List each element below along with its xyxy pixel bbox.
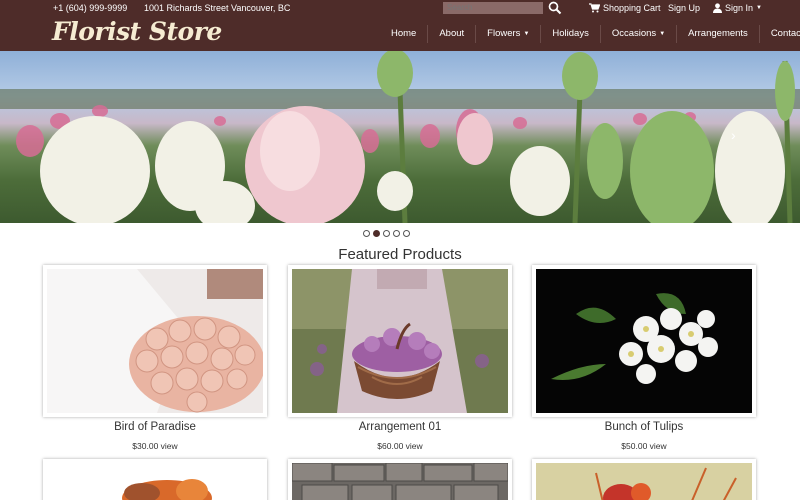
product-image-orange-arrangement[interactable] — [47, 463, 263, 500]
nav-label: Flowers — [487, 28, 521, 39]
nav-label: Contact — [770, 28, 800, 39]
store-logo[interactable]: Florist Store — [52, 17, 222, 46]
nav-item-arrangements[interactable]: Arrangements — [676, 25, 759, 43]
nav-label: Home — [391, 28, 417, 39]
nav-item-contact[interactable]: Contact — [758, 25, 800, 43]
nav-label: Arrangements — [688, 28, 748, 39]
top-bar: +1 (604) 999-9999 1001 Richards Street V… — [0, 0, 800, 17]
nav-item-occasions[interactable]: Occasions ▼ — [599, 25, 676, 43]
nav-item-holidays[interactable]: Holidays — [540, 25, 599, 43]
search-icon[interactable] — [548, 1, 562, 15]
nav-item-flowers[interactable]: Flowers ▼ — [475, 25, 540, 43]
product-card[interactable] — [288, 265, 512, 417]
product-image-stone-wall[interactable] — [292, 463, 508, 500]
product-price: $50.00 — [621, 441, 648, 451]
product-card[interactable] — [288, 459, 512, 500]
nav-label: About — [439, 28, 465, 39]
product-image-basket[interactable] — [292, 269, 508, 413]
carousel-indicators — [363, 230, 410, 237]
product-image-red-arrangement[interactable] — [536, 463, 752, 500]
product-price: $60.00 — [377, 441, 404, 451]
product-name[interactable]: Bunch of Tulips — [532, 421, 756, 433]
product-view-link[interactable]: view — [406, 441, 423, 451]
carousel-dot[interactable] — [363, 230, 370, 237]
carousel-dot[interactable] — [403, 230, 410, 237]
product-price-row: $50.00 view — [532, 441, 756, 451]
product-card[interactable] — [532, 459, 756, 500]
main-nav: Home About Flowers ▼ Holidays Occasions ▼ … — [380, 25, 800, 43]
chevron-right-icon[interactable]: › — [731, 127, 736, 143]
product-name[interactable]: Arrangement 01 — [288, 421, 512, 433]
nav-label: Occasions — [611, 28, 657, 39]
store-address: 1001 Richards Street Vancouver, BC — [144, 3, 291, 13]
product-card[interactable] — [43, 265, 267, 417]
product-image-bouquet[interactable] — [47, 269, 263, 413]
chevron-down-icon: ▼ — [756, 5, 762, 11]
user-icon — [713, 3, 722, 13]
sign-in-label: Sign In — [725, 3, 754, 13]
carousel-dot[interactable] — [383, 230, 390, 237]
chevron-down-icon: ▼ — [523, 31, 530, 37]
product-image-white-blossoms[interactable] — [536, 269, 752, 413]
nav-item-home[interactable]: Home — [380, 25, 427, 43]
carousel-dot[interactable] — [393, 230, 400, 237]
product-name[interactable]: Bird of Paradise — [43, 421, 267, 433]
cart-icon — [589, 3, 600, 13]
phone-number[interactable]: +1 (604) 999-9999 — [53, 3, 127, 13]
site-header: +1 (604) 999-9999 1001 Richards Street V… — [0, 0, 800, 51]
product-price-row: $60.00 view — [288, 441, 512, 451]
product-view-link[interactable]: view — [161, 441, 178, 451]
shopping-cart-label: Shopping Cart — [603, 3, 661, 13]
chevron-down-icon: ▼ — [659, 31, 666, 37]
featured-products-heading: Featured Products — [338, 246, 462, 263]
carousel-dot-active[interactable] — [373, 230, 380, 237]
product-card[interactable] — [43, 459, 267, 500]
search-input[interactable] — [443, 2, 543, 14]
product-view-link[interactable]: view — [650, 441, 667, 451]
hero-carousel-image[interactable]: › — [0, 51, 800, 223]
nav-label: Holidays — [552, 28, 589, 39]
shopping-cart-link[interactable]: Shopping Cart — [589, 3, 661, 13]
sign-in-link[interactable]: Sign In ▼ — [713, 3, 762, 13]
product-card[interactable] — [532, 265, 756, 417]
product-price-row: $30.00 view — [43, 441, 267, 451]
sign-up-link[interactable]: Sign Up — [668, 3, 700, 13]
nav-item-about[interactable]: About — [427, 25, 475, 43]
product-price: $30.00 — [132, 441, 159, 451]
